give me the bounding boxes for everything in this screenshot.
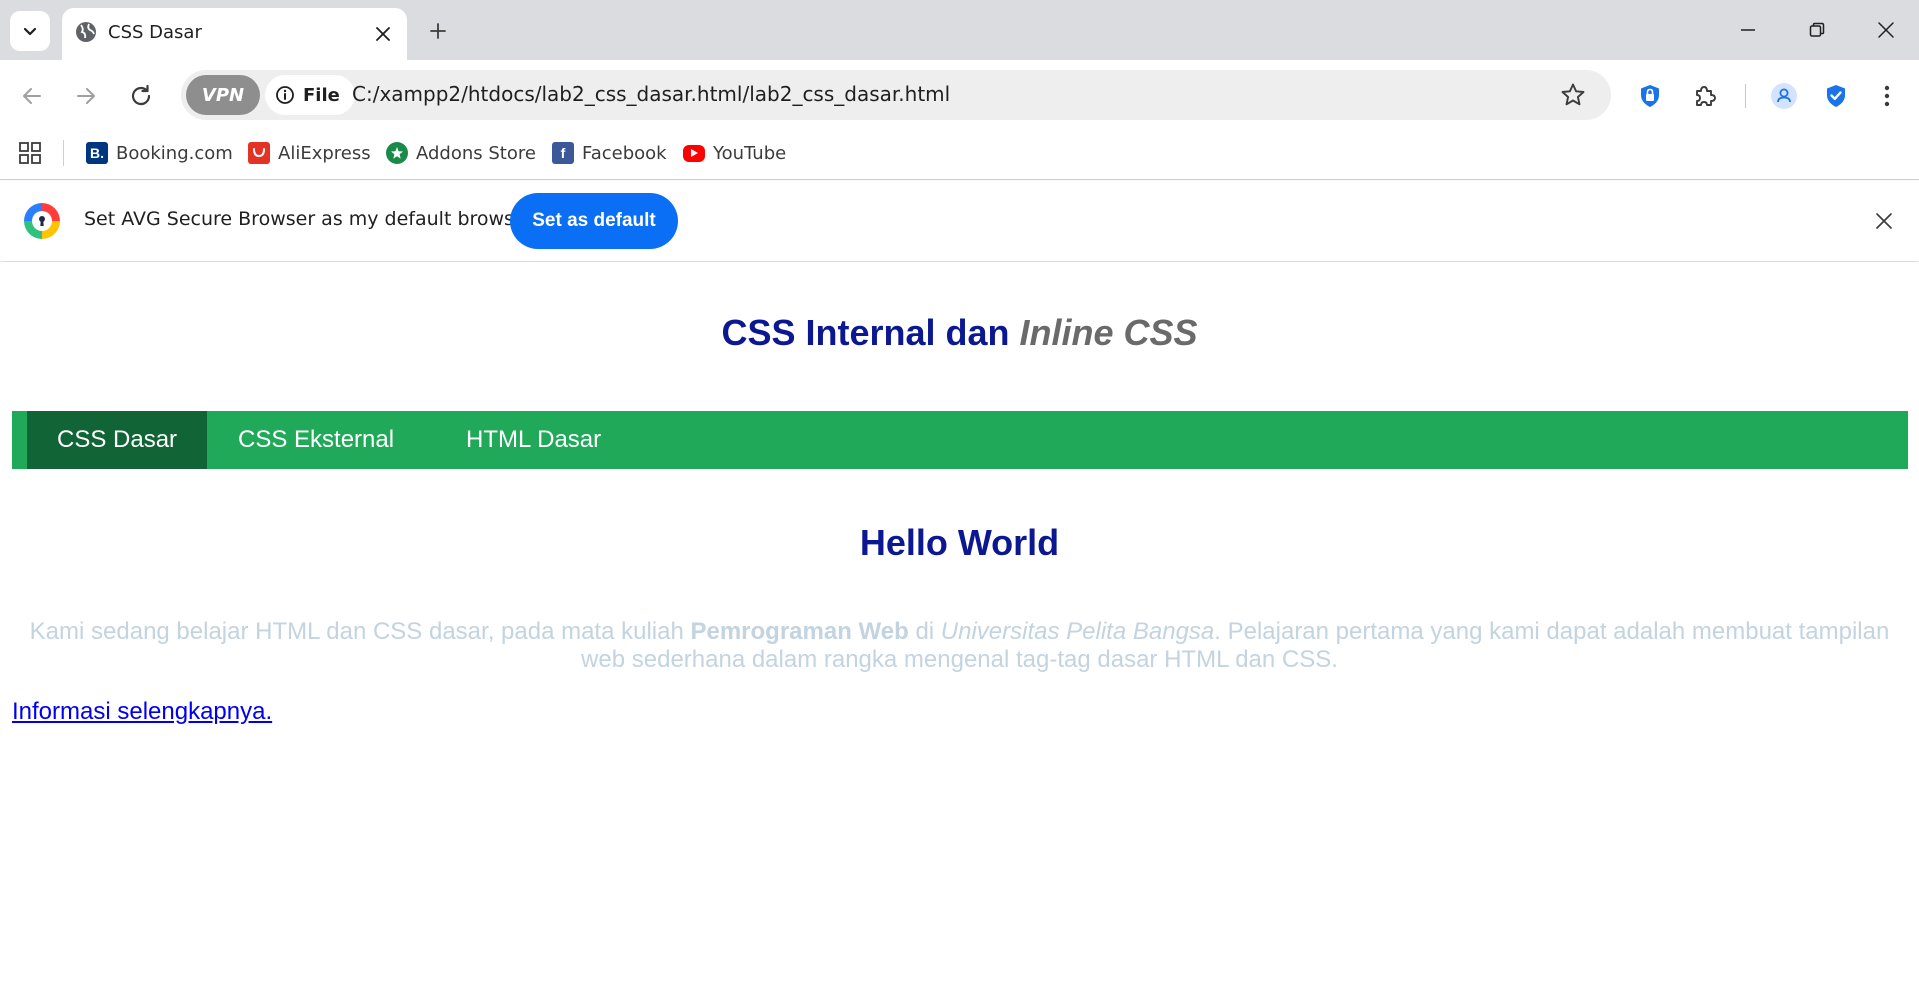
nav-item-label: HTML Dasar — [466, 426, 602, 453]
paragraph-text: di — [908, 618, 941, 645]
nav-item-css-dasar[interactable]: CSS Dasar — [27, 411, 208, 469]
bookmark-aliexpress[interactable]: AliExpress — [248, 140, 371, 166]
forward-button[interactable] — [66, 76, 106, 116]
bookmark-label: YouTube — [713, 142, 787, 164]
vpn-label: VPN — [201, 84, 245, 106]
address-bar[interactable]: VPN File C:/xampp2/htdocs/lab2_css_dasar… — [181, 70, 1611, 120]
addons-store-icon — [386, 142, 408, 164]
reload-button[interactable] — [121, 76, 161, 116]
privacy-shield-button[interactable] — [1634, 80, 1666, 112]
minimize-icon — [1739, 21, 1757, 39]
close-icon — [1877, 21, 1895, 39]
set-as-default-label: Set as default — [532, 210, 656, 231]
site-info-chip[interactable]: File — [265, 75, 355, 115]
close-tab-icon[interactable] — [368, 19, 398, 49]
toolbar-divider — [1745, 84, 1746, 108]
nav-item-html-dasar[interactable]: HTML Dasar — [436, 411, 631, 469]
heading-main-text: CSS Internal dan — [721, 312, 1020, 353]
paragraph-text: Kami sedang belajar HTML dan CSS dasar, … — [29, 618, 691, 645]
bookmark-label: AliExpress — [278, 142, 371, 164]
tab-css-dasar[interactable]: CSS Dasar — [62, 8, 407, 60]
more-info-link[interactable]: Informasi selengkapnya. — [12, 698, 272, 726]
youtube-icon — [683, 144, 705, 162]
bookmarks-divider — [63, 140, 64, 166]
hello-heading: Hello World — [859, 522, 1060, 563]
tab-title: CSS Dasar — [108, 22, 202, 43]
bookmarks-bar: B. Booking.com AliExpress Addons Store f… — [0, 128, 1919, 180]
page-heading: CSS Internal dan Inline CSS — [0, 312, 1919, 354]
aliexpress-icon — [248, 142, 270, 164]
bookmark-addons-store[interactable]: Addons Store — [386, 140, 536, 166]
facebook-icon: f — [552, 142, 574, 164]
bookmark-facebook[interactable]: f Facebook — [552, 140, 667, 166]
bookmark-label: Addons Store — [416, 142, 536, 164]
bookmark-star-button[interactable] — [1557, 79, 1589, 111]
url-text[interactable]: C:/xampp2/htdocs/lab2_css_dasar.html/lab… — [352, 82, 950, 106]
bookmark-booking[interactable]: B. Booking.com — [86, 140, 233, 166]
close-icon — [1875, 212, 1893, 230]
apps-grid-icon[interactable] — [18, 141, 42, 165]
bookmark-label: Booking.com — [116, 142, 233, 164]
menu-button[interactable] — [1871, 80, 1903, 112]
reload-icon — [128, 83, 154, 109]
profile-icon — [1770, 82, 1798, 110]
nav-item-label: CSS Dasar — [57, 426, 178, 453]
paragraph-bold-text: Pemrograman Web — [690, 618, 909, 645]
nav-item-css-eksternal[interactable]: CSS Eksternal — [208, 411, 424, 469]
puzzle-icon — [1692, 83, 1718, 109]
more-vertical-icon — [1874, 83, 1900, 109]
tab-search-button[interactable] — [10, 11, 50, 51]
bookmark-label: Facebook — [582, 142, 667, 164]
intro-paragraph: Kami sedang belajar HTML dan CSS dasar, … — [22, 618, 1897, 674]
heading-inline-text: Inline CSS — [1019, 312, 1198, 353]
chevron-down-icon — [22, 23, 38, 39]
default-browser-infobar: Set AVG Secure Browser as my default bro… — [0, 181, 1919, 261]
shield-check-icon — [1823, 83, 1849, 109]
booking-icon: B. — [86, 142, 108, 164]
bookmark-youtube[interactable]: YouTube — [683, 140, 786, 166]
infobar-close-button[interactable] — [1870, 207, 1898, 235]
paragraph-italic-text: Universitas Pelita Bangsa — [940, 618, 1215, 645]
site-info-label: File — [303, 84, 340, 106]
globe-icon — [74, 20, 98, 44]
arrow-right-icon — [74, 84, 98, 108]
avg-browser-logo-icon — [22, 201, 62, 241]
arrow-left-icon — [20, 84, 44, 108]
restore-button[interactable] — [1797, 12, 1837, 48]
info-icon — [275, 85, 295, 105]
back-button[interactable] — [12, 76, 52, 116]
vpn-button[interactable]: VPN — [186, 75, 260, 115]
minimize-button[interactable] — [1728, 12, 1768, 48]
infobar-message: Set AVG Secure Browser as my default bro… — [84, 208, 534, 230]
new-tab-button[interactable] — [422, 15, 454, 47]
star-icon — [1560, 82, 1586, 108]
set-as-default-button[interactable]: Set as default — [510, 193, 678, 249]
plus-icon — [428, 21, 448, 41]
profile-button[interactable] — [1768, 80, 1800, 112]
browser-toolbar: VPN File C:/xampp2/htdocs/lab2_css_dasar… — [0, 60, 1919, 128]
nav-item-label: CSS Eksternal — [238, 426, 395, 453]
shield-lock-icon — [1637, 83, 1663, 109]
extensions-button[interactable] — [1689, 80, 1721, 112]
nav-bar: CSS Dasar CSS Eksternal HTML Dasar — [12, 411, 1908, 469]
close-window-button[interactable] — [1866, 12, 1906, 48]
restore-icon — [1808, 21, 1826, 39]
tab-strip: CSS Dasar — [0, 0, 1919, 60]
avg-security-button[interactable] — [1820, 80, 1852, 112]
page-content: CSS Internal dan Inline CSS CSS Dasar CS… — [0, 262, 1919, 984]
